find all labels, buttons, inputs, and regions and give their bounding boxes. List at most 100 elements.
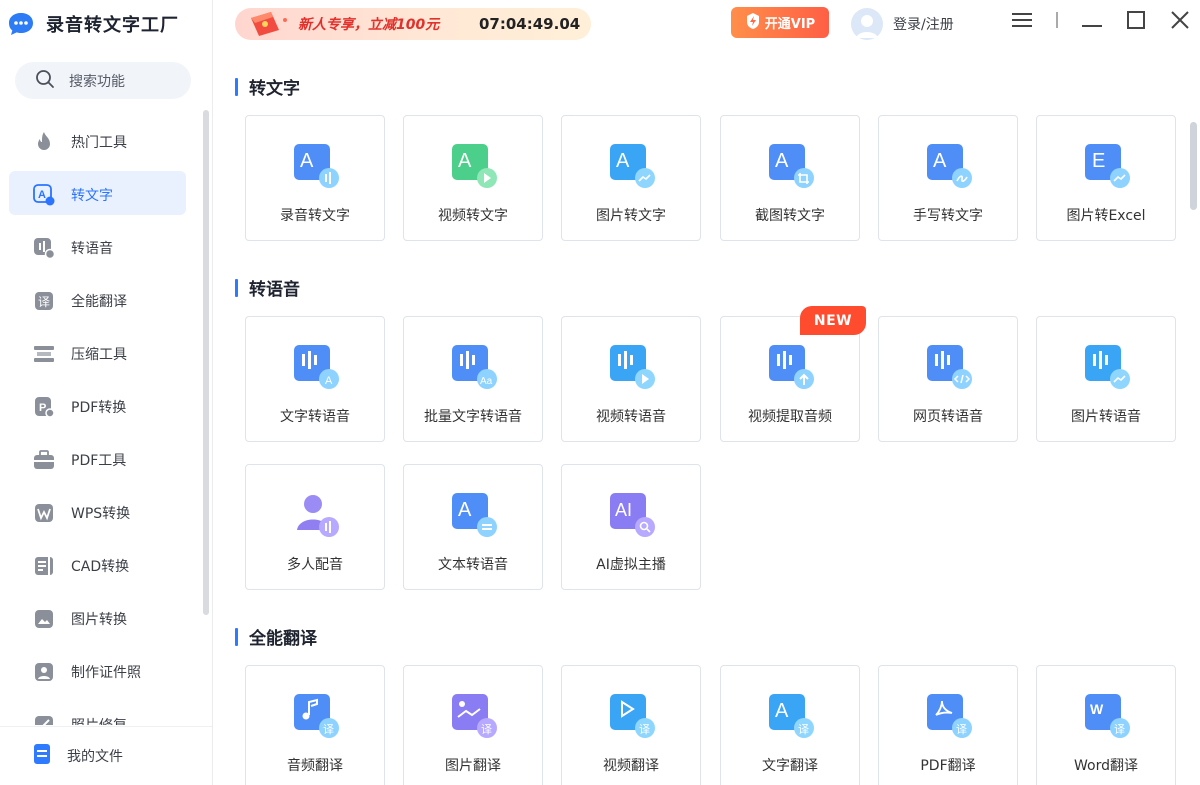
pdf-convert-icon: P bbox=[33, 396, 55, 418]
sidebar-item-translate[interactable]: 译 全能翻译 bbox=[0, 274, 200, 327]
extract-audio-icon bbox=[768, 344, 814, 390]
video-to-text-icon: A bbox=[451, 143, 497, 189]
sidebar-item-label: WPS转换 bbox=[71, 505, 131, 522]
sidebar-item-hot-tools[interactable]: 热门工具 bbox=[0, 115, 200, 168]
card-video-to-speech[interactable]: 视频转语音 bbox=[561, 316, 701, 442]
card-label: 截图转文字 bbox=[755, 208, 825, 224]
word-translate-icon: W译 bbox=[1084, 693, 1130, 739]
card-screenshot-to-text[interactable]: A 截图转文字 bbox=[720, 115, 860, 241]
sidebar-scrollbar[interactable] bbox=[203, 110, 209, 615]
menu-button[interactable] bbox=[1009, 9, 1035, 35]
svg-text:A: A bbox=[300, 150, 314, 172]
voice-icon bbox=[33, 237, 55, 259]
card-label: 视频翻译 bbox=[603, 758, 659, 774]
sidebar-item-to-text[interactable]: A 转文字 bbox=[0, 168, 200, 221]
pin-button[interactable] bbox=[1044, 9, 1070, 35]
card-audio-to-text[interactable]: A 录音转文字 bbox=[245, 115, 385, 241]
multi-voice-dubbing-icon bbox=[293, 492, 339, 538]
sidebar: 录音转文字工厂 搜索功能 热门工具 A 转文字 转语音 译 全能翻译 压缩工具 … bbox=[0, 0, 213, 785]
chat-bubble-logo-icon bbox=[6, 10, 36, 38]
sidebar-item-compress[interactable]: 压缩工具 bbox=[0, 327, 200, 380]
card-document-to-speech[interactable]: A 文本转语音 bbox=[403, 464, 543, 590]
svg-text:A: A bbox=[616, 150, 630, 172]
sidebar-item-label: 全能翻译 bbox=[71, 293, 127, 310]
maximize-button[interactable] bbox=[1123, 9, 1149, 35]
hamburger-icon bbox=[1012, 12, 1032, 32]
sidebar-item-id-photo[interactable]: 制作证件照 bbox=[0, 645, 200, 698]
sidebar-item-photo-repair[interactable]: 照片修复 bbox=[0, 698, 200, 725]
section-title-to-voice: 转语音 bbox=[235, 275, 300, 300]
svg-text:A: A bbox=[458, 150, 472, 172]
sidebar-item-wps-convert[interactable]: WPS转换 bbox=[0, 486, 200, 539]
card-pdf-translate[interactable]: 译 PDF翻译 bbox=[878, 665, 1018, 785]
card-webpage-to-speech[interactable]: 网页转语音 bbox=[878, 316, 1018, 442]
sidebar-item-image-convert[interactable]: 图片转换 bbox=[0, 592, 200, 645]
sidebar-item-label: PDF工具 bbox=[71, 452, 127, 469]
card-handwriting-to-text[interactable]: A 手写转文字 bbox=[878, 115, 1018, 241]
wps-icon bbox=[33, 502, 55, 524]
svg-text:A: A bbox=[458, 499, 472, 521]
card-audio-translate[interactable]: 译 音频翻译 bbox=[245, 665, 385, 785]
video-translate-icon: 译 bbox=[609, 693, 655, 739]
card-label: 批量文字转语音 bbox=[424, 409, 522, 425]
text-translate-icon: A译 bbox=[768, 693, 814, 739]
card-text-translate[interactable]: A译 文字翻译 bbox=[720, 665, 860, 785]
card-batch-text-to-speech[interactable]: Aa 批量文字转语音 bbox=[403, 316, 543, 442]
handwriting-to-text-icon: A bbox=[926, 143, 972, 189]
section-title-text: 转语音 bbox=[249, 280, 300, 300]
sidebar-item-pdf-tools[interactable]: PDF工具 bbox=[0, 433, 200, 486]
card-label: 文本转语音 bbox=[438, 557, 508, 573]
avatar-icon bbox=[851, 8, 883, 40]
card-text-to-speech[interactable]: A 文字转语音 bbox=[245, 316, 385, 442]
card-label: 图片转语音 bbox=[1071, 409, 1141, 425]
svg-text:译: 译 bbox=[323, 723, 334, 736]
webpage-to-speech-icon bbox=[926, 344, 972, 390]
promo-banner[interactable]: 新人专享，立减100元 07:04:49.04 bbox=[235, 8, 591, 40]
app-title: 录音转文字工厂 bbox=[46, 15, 179, 36]
new-badge: NEW bbox=[800, 306, 866, 335]
login-register-button[interactable]: 登录/注册 bbox=[851, 8, 954, 40]
card-image-to-speech[interactable]: 图片转语音 bbox=[1036, 316, 1176, 442]
svg-text:译: 译 bbox=[956, 723, 967, 736]
screenshot-to-text-icon: A bbox=[768, 143, 814, 189]
sidebar-item-label: 照片修复 bbox=[71, 715, 127, 726]
id-photo-icon bbox=[33, 661, 55, 683]
sidebar-item-to-voice[interactable]: 转语音 bbox=[0, 221, 200, 274]
open-vip-button[interactable]: 开通VIP bbox=[731, 7, 829, 38]
section-title-to-text: 转文字 bbox=[235, 74, 300, 99]
pin-line-icon bbox=[1053, 10, 1061, 34]
svg-text:译: 译 bbox=[798, 723, 809, 736]
card-label: 手写转文字 bbox=[913, 208, 983, 224]
section-accent-bar bbox=[235, 627, 238, 646]
compress-icon bbox=[33, 343, 55, 365]
card-label: 图片转文字 bbox=[596, 208, 666, 224]
svg-text:AI: AI bbox=[615, 500, 632, 520]
card-image-to-text[interactable]: A 图片转文字 bbox=[561, 115, 701, 241]
card-image-translate[interactable]: 译 图片翻译 bbox=[403, 665, 543, 785]
card-label: AI虚拟主播 bbox=[596, 557, 666, 573]
card-multi-voice-dubbing[interactable]: 多人配音 bbox=[245, 464, 385, 590]
minimize-button[interactable] bbox=[1079, 9, 1105, 35]
text-to-speech-icon: A bbox=[293, 344, 339, 390]
lightning-icon bbox=[745, 12, 761, 34]
card-ai-virtual-anchor[interactable]: AI AI虚拟主播 bbox=[561, 464, 701, 590]
card-image-to-excel[interactable]: E 图片转Excel bbox=[1036, 115, 1176, 241]
my-files-button[interactable]: 我的文件 bbox=[0, 726, 212, 785]
sidebar-item-cad-convert[interactable]: CAD转换 bbox=[0, 539, 200, 592]
card-label: 多人配音 bbox=[287, 557, 343, 573]
sidebar-item-label: 热门工具 bbox=[71, 134, 127, 151]
card-word-translate[interactable]: W译 Word翻译 bbox=[1036, 665, 1176, 785]
sidebar-item-pdf-convert[interactable]: P PDF转换 bbox=[0, 380, 200, 433]
card-label: 视频转文字 bbox=[438, 208, 508, 224]
main-scrollbar[interactable] bbox=[1190, 122, 1197, 210]
app-logo: 录音转文字工厂 bbox=[6, 10, 179, 38]
section-title-text: 全能翻译 bbox=[249, 629, 317, 649]
text-convert-icon: A bbox=[33, 183, 55, 206]
search-function-button[interactable]: 搜索功能 bbox=[15, 62, 191, 99]
card-video-to-text[interactable]: A 视频转文字 bbox=[403, 115, 543, 241]
card-label: 文字翻译 bbox=[762, 758, 818, 774]
card-video-translate[interactable]: 译 视频翻译 bbox=[561, 665, 701, 785]
svg-text:译: 译 bbox=[639, 723, 650, 736]
svg-text:译: 译 bbox=[1114, 723, 1125, 736]
close-button[interactable] bbox=[1167, 9, 1193, 35]
